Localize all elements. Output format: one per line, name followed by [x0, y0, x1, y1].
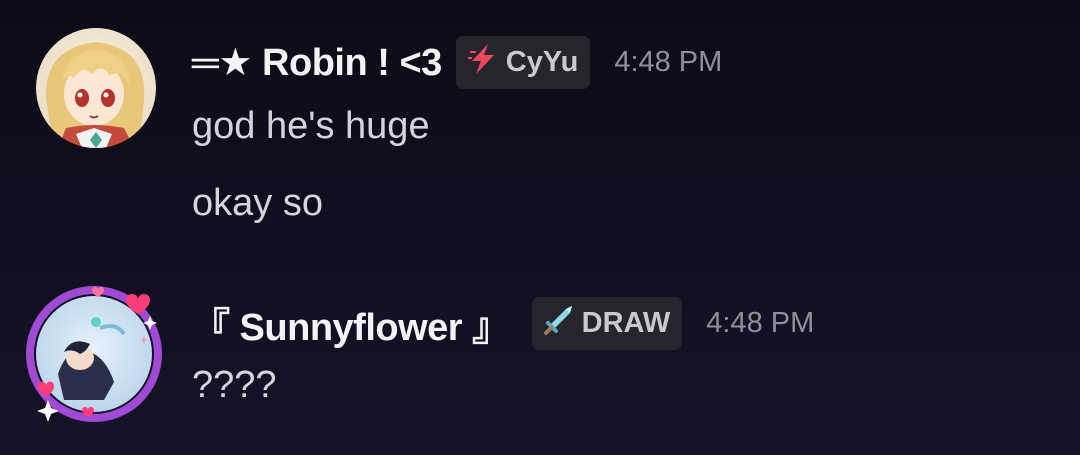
message-line: ????	[192, 364, 277, 406]
sword-icon	[542, 303, 576, 345]
username[interactable]: 『 Sunnyflower 』	[192, 296, 510, 351]
user-avatar[interactable]	[24, 282, 164, 422]
anime-boy-avatar-with-hearts-frame-icon	[26, 286, 162, 422]
timestamp[interactable]: 4:48 PM	[614, 46, 722, 79]
message-header: 『 Sunnyflower 』 DRAW 4:48 PM	[192, 297, 814, 350]
server-tag[interactable]: DRAW	[531, 297, 683, 350]
message-group-robin: ═★ Robin ! <3 CyYu 4:48 PM god he's huge…	[0, 0, 1080, 260]
message-line: okay so	[192, 182, 323, 224]
message-header: ═★ Robin ! <3 CyYu 4:48 PM	[192, 36, 722, 89]
timestamp[interactable]: 4:48 PM	[706, 307, 814, 340]
message-line: god he's huge	[192, 105, 430, 147]
message-group-sunnyflower: 『 Sunnyflower 』 DRAW 4:48 PM ????	[0, 260, 1080, 455]
server-tag[interactable]: CyYu	[455, 36, 591, 89]
server-tag-label: CyYu	[505, 46, 579, 78]
lightning-bolt-icon	[466, 42, 500, 84]
server-tag-label: DRAW	[581, 307, 671, 339]
anime-girl-avatar-icon	[36, 28, 156, 148]
username[interactable]: ═★ Robin ! <3	[192, 40, 442, 85]
user-avatar[interactable]	[36, 28, 156, 148]
